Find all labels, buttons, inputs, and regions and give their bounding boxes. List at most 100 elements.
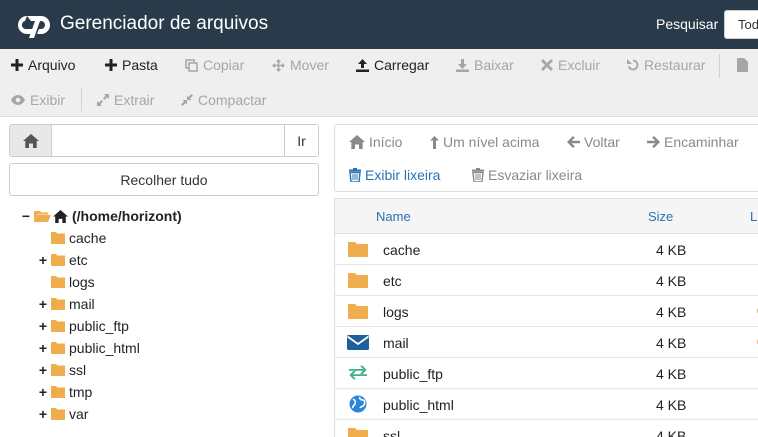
- home-label: Início: [369, 134, 403, 150]
- tree-item-logs[interactable]: logs: [37, 271, 95, 293]
- expand-toggle-icon[interactable]: +: [37, 252, 49, 268]
- file-name: logs: [383, 304, 409, 320]
- tree-root-item[interactable]: − (/home/horizont): [20, 205, 182, 227]
- folder-icon: [51, 276, 65, 288]
- folder-icon: [51, 386, 65, 398]
- table-header: Name Size L: [335, 199, 758, 234]
- go-button[interactable]: Ir: [284, 125, 318, 156]
- tree-item-ssl[interactable]: + ssl: [37, 359, 86, 381]
- trash-icon: [472, 168, 484, 182]
- expand-toggle-icon[interactable]: +: [37, 340, 49, 356]
- folder-icon: [51, 298, 65, 310]
- table-row[interactable]: public_html 4 KB: [335, 389, 758, 420]
- expand-toggle-icon[interactable]: +: [37, 362, 49, 378]
- folder-icon: [51, 408, 65, 420]
- times-icon: [541, 59, 553, 71]
- folder-icon: [51, 364, 65, 376]
- home-directory-button[interactable]: [10, 125, 52, 156]
- table-row[interactable]: ssl 4 KB: [335, 420, 758, 437]
- search-label: Pesquisar: [656, 16, 719, 32]
- home-icon: [22, 133, 39, 148]
- view-trash-button[interactable]: Exibir lixeira: [349, 167, 440, 183]
- collapse-all-button[interactable]: Recolher tudo: [9, 163, 319, 196]
- restore-label: Restaurar: [644, 57, 706, 73]
- restore-button[interactable]: Restaurar: [627, 54, 705, 76]
- tree-item-label: logs: [69, 274, 95, 290]
- table-row[interactable]: cache 4 KB: [335, 234, 758, 265]
- tree-item-label: public_html: [69, 340, 140, 356]
- upload-button[interactable]: Carregar: [356, 54, 429, 76]
- column-header-size[interactable]: Size: [648, 209, 673, 224]
- transfer-icon: [349, 365, 367, 380]
- view-trash-label: Exibir lixeira: [365, 167, 441, 183]
- up-one-level-button[interactable]: Um nível acima: [430, 134, 539, 150]
- tree-item-cache[interactable]: cache: [37, 227, 106, 249]
- home-button[interactable]: Início: [349, 134, 402, 150]
- tree-item-label: etc: [69, 252, 88, 268]
- undo-icon: [627, 59, 639, 71]
- tree-item-etc[interactable]: + etc: [37, 249, 88, 271]
- search-scope-select[interactable]: Todos: [724, 10, 758, 39]
- empty-trash-label: Esvaziar lixeira: [488, 167, 583, 183]
- expand-toggle-icon[interactable]: +: [37, 384, 49, 400]
- compress-label: Compactar: [198, 92, 267, 108]
- tree-root-label: (/home/horizont): [72, 208, 182, 224]
- forward-button[interactable]: Encaminhar: [647, 134, 739, 150]
- file-name: mail: [383, 335, 409, 351]
- tree-item-var[interactable]: + var: [37, 403, 89, 425]
- tree-item-label: public_ftp: [69, 318, 129, 334]
- envelope-icon: [347, 335, 369, 350]
- copy-icon: [185, 58, 198, 72]
- view-button[interactable]: Exibir: [11, 89, 65, 111]
- tree-item-label: mail: [69, 296, 95, 312]
- download-button[interactable]: Baixar: [456, 54, 514, 76]
- file-table: Name Size L cache 4 KB etc 4 KB logs 4 KB mail…: [334, 198, 758, 437]
- tree-item-tmp[interactable]: + tmp: [37, 381, 92, 403]
- move-label: Mover: [290, 57, 329, 73]
- toolbar-divider: [719, 54, 720, 78]
- table-row[interactable]: mail 4 KB: [335, 327, 758, 358]
- compress-button[interactable]: Compactar: [181, 89, 266, 111]
- move-button[interactable]: Mover: [272, 54, 329, 76]
- tree-item-public-html[interactable]: + public_html: [37, 337, 140, 359]
- extract-button[interactable]: Extrair: [97, 89, 154, 111]
- folder-icon: [51, 342, 65, 354]
- permissions-button[interactable]: [737, 54, 748, 76]
- table-row[interactable]: etc 4 KB: [335, 265, 758, 296]
- page-title: Gerenciador de arquivos: [60, 13, 269, 34]
- file-icon: [737, 58, 748, 72]
- delete-label: Excluir: [558, 57, 601, 73]
- arrow-right-icon: [647, 136, 660, 148]
- back-label: Voltar: [584, 134, 620, 150]
- expand-toggle-icon[interactable]: +: [37, 406, 49, 422]
- tree-item-public-ftp[interactable]: + public_ftp: [37, 315, 129, 337]
- file-size: 4 KB: [656, 397, 687, 413]
- cpanel-logo-icon[interactable]: [18, 12, 52, 38]
- column-header-name[interactable]: Name: [376, 209, 411, 224]
- tree-item-label: cache: [69, 230, 107, 246]
- table-row[interactable]: logs 4 KB: [335, 296, 758, 327]
- copy-button[interactable]: Copiar: [185, 54, 244, 76]
- new-folder-button[interactable]: Pasta: [105, 54, 158, 76]
- tree-item-label: var: [69, 406, 89, 422]
- new-folder-label: Pasta: [122, 57, 158, 73]
- expand-toggle-icon[interactable]: +: [37, 296, 49, 312]
- new-file-button[interactable]: Arquivo: [11, 54, 75, 76]
- globe-icon: [349, 395, 367, 413]
- table-row[interactable]: public_ftp 4 KB: [335, 358, 758, 389]
- tree-item-mail[interactable]: + mail: [37, 293, 95, 315]
- app-header: Gerenciador de arquivos Pesquisar Todos: [0, 0, 758, 49]
- back-button[interactable]: Voltar: [567, 134, 620, 150]
- plus-icon: [11, 59, 23, 71]
- collapse-toggle-icon[interactable]: −: [20, 208, 32, 224]
- column-header-last-modified[interactable]: L: [750, 209, 757, 224]
- folder-icon: [348, 304, 368, 319]
- trash-icon: [349, 168, 361, 182]
- expand-toggle-icon[interactable]: +: [37, 318, 49, 334]
- delete-button[interactable]: Excluir: [541, 54, 600, 76]
- eye-icon: [11, 95, 25, 105]
- folder-icon: [348, 273, 368, 288]
- folder-icon: [348, 242, 368, 257]
- empty-trash-button[interactable]: Esvaziar lixeira: [472, 167, 582, 183]
- path-input[interactable]: [52, 125, 285, 156]
